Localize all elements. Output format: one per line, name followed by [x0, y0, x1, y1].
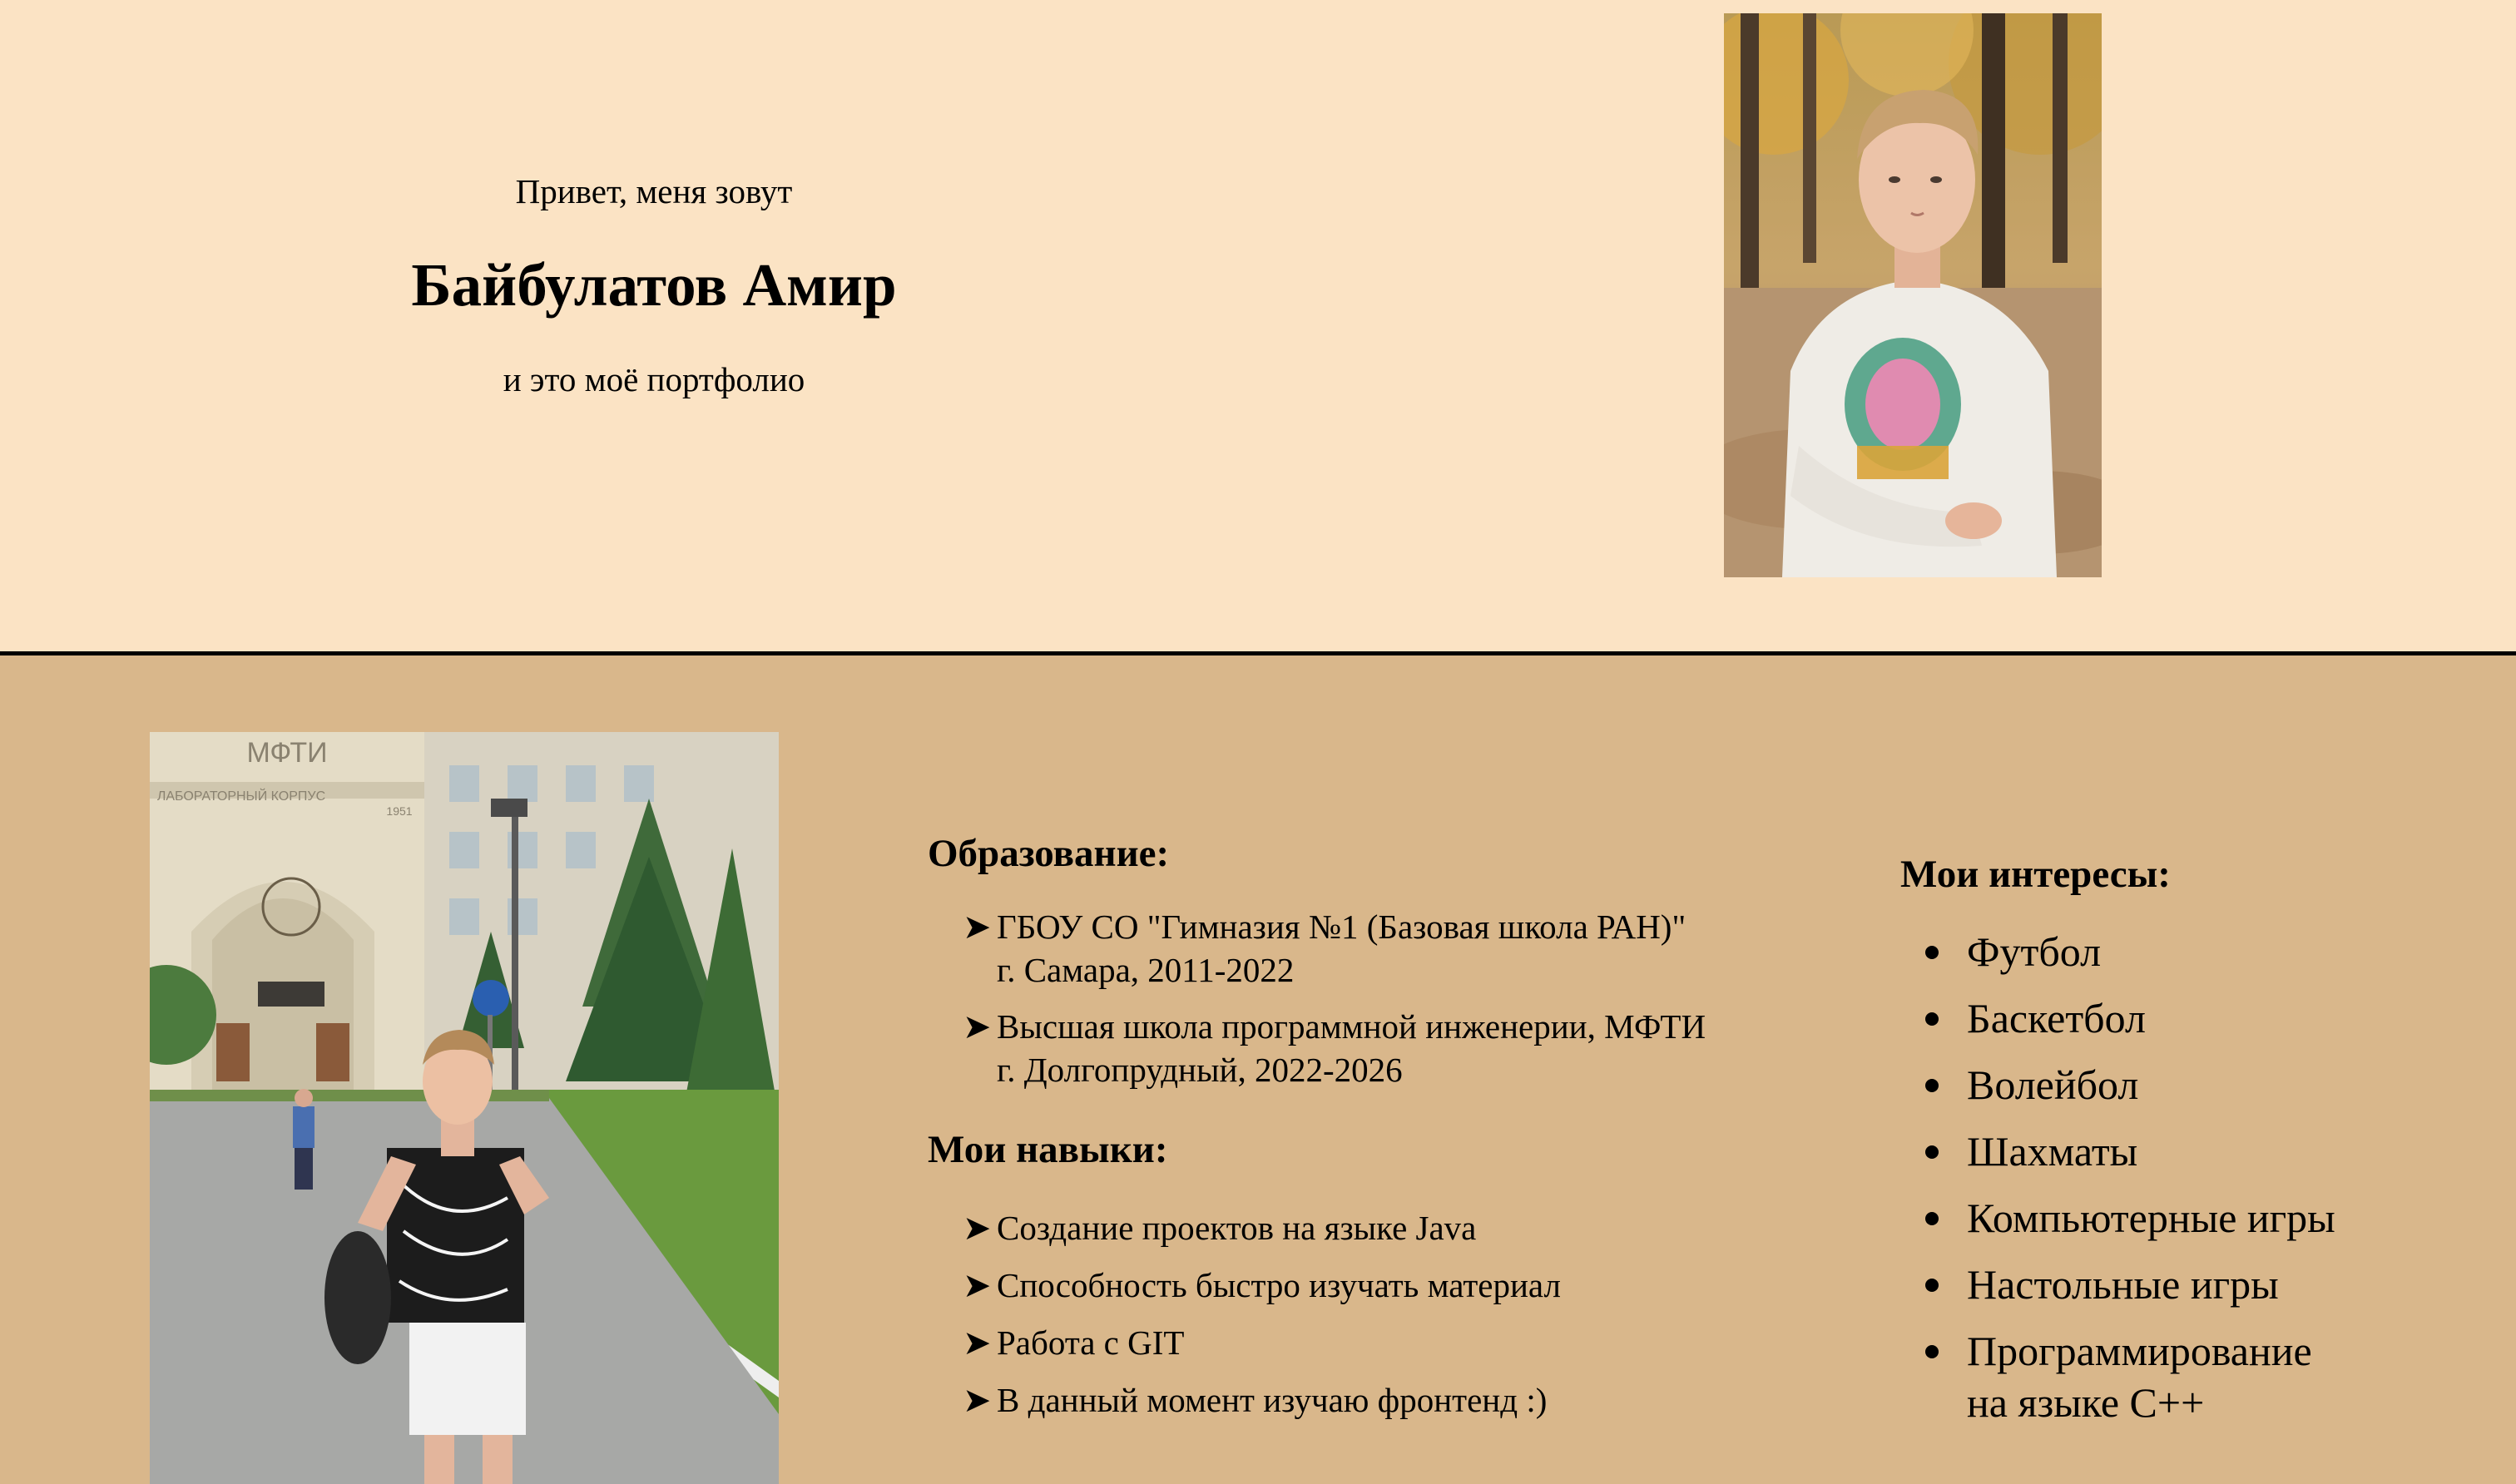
interests-list: Футбол Баскетбол Волейбол Шахматы Компью… [1900, 926, 2483, 1428]
interest-item: Программирование на языке C++ [1925, 1325, 2483, 1428]
interest-item-label: Программирование [1967, 1328, 2312, 1374]
about-section: МФТИ ЛАБОРАТОРНЫЙ КОРПУС 1951 Образовани… [0, 655, 2516, 1484]
skill-item: ➤ Создание проектов на языке Java [963, 1206, 1801, 1249]
interest-item: Баскетбол [1925, 992, 2483, 1044]
interest-item: Настольные игры [1925, 1259, 2483, 1310]
bullet-dot-icon [1925, 1145, 1939, 1159]
bullet-dot-icon [1925, 1212, 1939, 1225]
portrait-photo [1724, 13, 2102, 577]
arrow-bullet-icon: ➤ [963, 1266, 992, 1304]
skill-item: ➤ В данный момент изучаю фронтенд :) [963, 1378, 1801, 1422]
education-item: ➤ Высшая школа программной инженерии, МФ… [963, 1005, 1801, 1091]
arrow-bullet-icon: ➤ [963, 1323, 992, 1362]
portrait-illustration [1724, 13, 2102, 577]
bullet-dot-icon [1925, 1279, 1939, 1292]
education-item-place: г. Долгопрудный, 2022-2026 [997, 1051, 1403, 1089]
campus-sign-subtitle: ЛАБОРАТОРНЫЙ КОРПУС [157, 788, 325, 804]
interests-heading: Мои интересы: [1900, 853, 2171, 896]
skill-item-label: В данный момент изучаю фронтенд :) [997, 1381, 1548, 1419]
skill-item-label: Способность быстро изучать материал [997, 1266, 1561, 1304]
skills-list: ➤ Создание проектов на языке Java ➤ Способ… [928, 1206, 1801, 1422]
bullet-dot-icon [1925, 946, 1939, 959]
skills-heading: Мои навыки: [928, 1128, 1168, 1171]
person-name: Байбулатов Амир [411, 251, 897, 319]
campus-photo: МФТИ ЛАБОРАТОРНЫЙ КОРПУС 1951 [150, 732, 779, 1484]
skill-item-label: Работа с GIT [997, 1323, 1185, 1362]
interest-item-label: Волейбол [1967, 1061, 2139, 1108]
campus-illustration: МФТИ ЛАБОРАТОРНЫЙ КОРПУС 1951 [150, 732, 779, 1484]
interest-item-label: Настольные игры [1967, 1261, 2279, 1308]
portfolio-tagline: и это моё портфолио [503, 360, 805, 398]
bullet-dot-icon [1925, 1012, 1939, 1026]
campus-sign-year: 1951 [386, 804, 412, 818]
education-heading: Образование: [928, 832, 1170, 875]
bullet-dot-icon [1925, 1345, 1939, 1358]
arrow-bullet-icon: ➤ [963, 1007, 992, 1046]
interests-column: Мои интересы: Футбол Баскетбол Волейбол … [1900, 851, 2483, 1443]
skill-item: ➤ Способность быстро изучать материал [963, 1264, 1801, 1307]
greeting-text: Привет, меня зовут [515, 172, 793, 210]
hero-intro: Привет, меня зовут Байбулатов Амир и это… [321, 158, 987, 413]
interest-item-label: Баскетбол [1967, 995, 2146, 1041]
interest-item: Шахматы [1925, 1125, 2483, 1177]
interest-item-label-continued: на языке C++ [1967, 1379, 2205, 1426]
interest-item: Волейбол [1925, 1059, 2483, 1111]
bullet-dot-icon [1925, 1079, 1939, 1092]
hero-section: Привет, меня зовут Байбулатов Амир и это… [0, 0, 2516, 651]
education-item-institution: Высшая школа программной инженерии, МФТИ [997, 1007, 1706, 1046]
education-item: ➤ ГБОУ СО "Гимназия №1 (Базовая школа РА… [963, 905, 1801, 992]
info-column: Образование: ➤ ГБОУ СО "Гимназия №1 (Баз… [928, 830, 1801, 1436]
interest-item: Футбол [1925, 926, 2483, 977]
interest-item-label: Компьютерные игры [1967, 1195, 2335, 1241]
interest-item-label: Шахматы [1967, 1128, 2138, 1175]
skill-item: ➤ Работа с GIT [963, 1321, 1801, 1364]
interest-item: Компьютерные игры [1925, 1192, 2483, 1244]
interest-item-label: Футбол [1967, 928, 2102, 975]
campus-sign-title: МФТИ [246, 737, 327, 769]
arrow-bullet-icon: ➤ [963, 1209, 992, 1247]
arrow-bullet-icon: ➤ [963, 908, 992, 946]
education-item-place: г. Самара, 2011-2022 [997, 951, 1295, 989]
education-item-institution: ГБОУ СО "Гимназия №1 (Базовая школа РАН)… [997, 908, 1686, 946]
education-list: ➤ ГБОУ СО "Гимназия №1 (Базовая школа РА… [928, 905, 1801, 1091]
skill-item-label: Создание проектов на языке Java [997, 1209, 1477, 1247]
portfolio-page: Привет, меня зовут Байбулатов Амир и это… [0, 0, 2516, 1484]
arrow-bullet-icon: ➤ [963, 1381, 992, 1419]
